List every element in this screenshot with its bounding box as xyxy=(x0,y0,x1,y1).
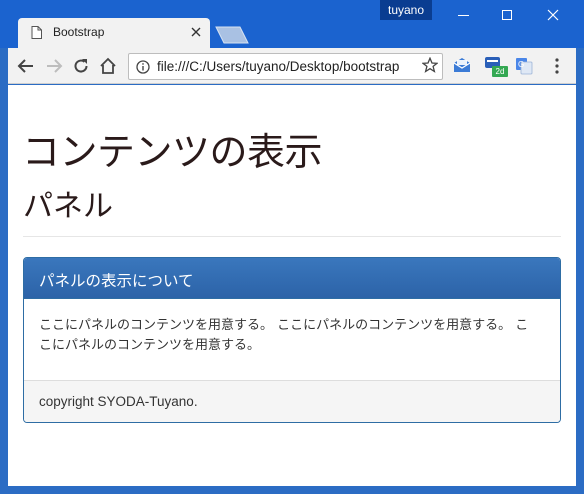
minimize-icon xyxy=(457,14,469,16)
back-icon[interactable] xyxy=(17,57,35,75)
home-icon[interactable] xyxy=(99,57,117,75)
browser-tab[interactable]: Bootstrap xyxy=(18,18,210,48)
forward-icon[interactable] xyxy=(45,57,63,75)
window-titlebar: tuyano Bootstrap xyxy=(0,0,584,48)
maximize-button[interactable] xyxy=(484,0,530,30)
more-menu-icon[interactable] xyxy=(555,58,559,74)
profile-button[interactable]: tuyano xyxy=(380,0,432,20)
mail-extension-icon[interactable] xyxy=(453,57,471,73)
new-tab-button[interactable] xyxy=(214,26,250,44)
url-text[interactable]: file:///C:/Users/tuyano/Desktop/bootstra… xyxy=(157,59,399,74)
browser-toolbar: file:///C:/Users/tuyano/Desktop/bootstra… xyxy=(8,48,576,84)
panel-heading: パネルの表示について xyxy=(24,258,560,299)
page-icon xyxy=(31,26,42,39)
divider xyxy=(23,236,561,237)
tab-close-icon[interactable] xyxy=(191,27,201,37)
info-icon[interactable] xyxy=(136,60,150,74)
svg-text:G: G xyxy=(518,60,524,69)
minimize-button[interactable] xyxy=(440,0,486,30)
page-subtitle: パネル xyxy=(23,189,113,224)
address-bar[interactable]: file:///C:/Users/tuyano/Desktop/bootstra… xyxy=(128,53,443,80)
tab-title: Bootstrap xyxy=(53,25,105,39)
panel-footer: copyright SYODA-Tuyano. xyxy=(24,380,560,422)
close-window-button[interactable] xyxy=(530,0,576,30)
reload-icon[interactable] xyxy=(72,57,90,75)
panel-heading-text: パネルの表示について xyxy=(39,272,194,290)
close-icon xyxy=(547,9,559,21)
panel: パネルの表示について ここにパネルのコンテンツを用意する。 ここにパネルのコンテ… xyxy=(23,257,561,423)
panel-body: ここにパネルのコンテンツを用意する。 ここにパネルのコンテンツを用意する。 ここ… xyxy=(39,318,529,353)
panel-footer-text: copyright SYODA-Tuyano. xyxy=(39,394,198,409)
maximize-icon xyxy=(502,10,512,20)
page-title: コンテンツの表示 xyxy=(22,130,323,174)
page-viewport: コンテンツの表示 パネル パネルの表示について ここにパネルのコンテンツを用意す… xyxy=(8,85,576,486)
translate-extension-icon[interactable]: G xyxy=(515,57,533,75)
bookmark-star-icon[interactable] xyxy=(422,57,438,73)
extension-badge: 2d xyxy=(492,66,508,77)
